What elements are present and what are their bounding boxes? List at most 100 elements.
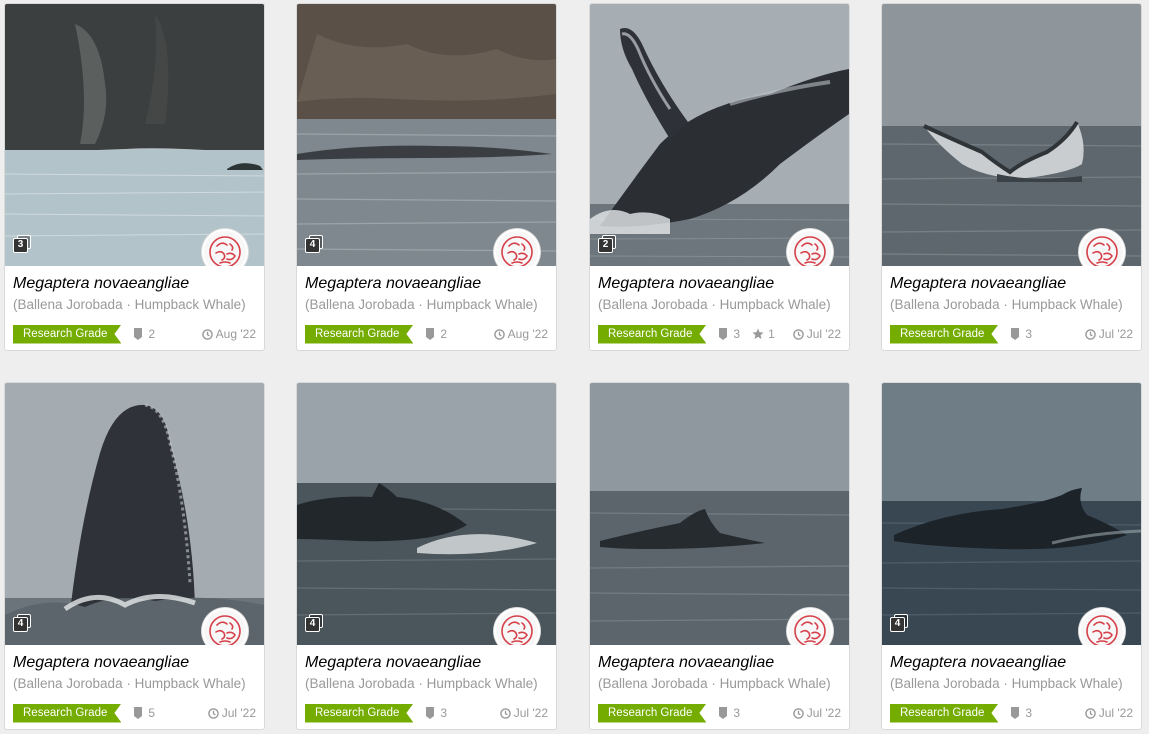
photo-count: 4 xyxy=(305,238,320,253)
identification-icon xyxy=(1011,707,1020,719)
observation-meta: Research Grade 3 Jul '22 xyxy=(890,703,1133,723)
scientific-name-link[interactable]: Megaptera novaeangliae xyxy=(13,653,256,673)
observed-date-value: Jul '22 xyxy=(221,706,256,720)
user-avatar[interactable] xyxy=(202,608,248,645)
photo-count: 4 xyxy=(305,617,320,632)
observation-grid: 3 Megaptera novaeangliae (Ballena Joroba… xyxy=(0,0,1149,734)
common-name: (Ballena Jorobada · Humpback Whale) xyxy=(305,676,538,691)
observation-meta: Research Grade 5 Jul '22 xyxy=(13,703,256,723)
observation-photo[interactable] xyxy=(590,383,849,645)
observed-date: Jul '22 xyxy=(1084,327,1133,341)
observation-card[interactable]: 4 Megaptera novaeangliae (Ballena Joroba… xyxy=(296,3,557,351)
identifications-count: 3 xyxy=(1010,327,1032,341)
observation-details: Megaptera novaeangliae (Ballena Jorobada… xyxy=(5,266,264,350)
user-avatar-icon xyxy=(501,615,533,645)
user-avatar-icon xyxy=(1086,615,1118,645)
identifications-value: 3 xyxy=(733,706,741,720)
clock-icon xyxy=(493,328,505,340)
faves-count: 1 xyxy=(752,327,775,341)
user-avatar[interactable] xyxy=(787,608,833,645)
common-name: (Ballena Jorobada · Humpback Whale) xyxy=(598,297,831,312)
clock-icon xyxy=(1084,707,1096,719)
identification-icon xyxy=(134,707,143,719)
observation-card[interactable]: 2 Megaptera novaeangliae (Ballena Joroba… xyxy=(589,3,850,351)
identifications-value: 3 xyxy=(440,706,448,720)
observed-date: Jul '22 xyxy=(1084,706,1133,720)
scientific-name-link[interactable]: Megaptera novaeangliae xyxy=(598,274,841,294)
observed-date-value: Aug '22 xyxy=(215,327,256,341)
user-avatar[interactable] xyxy=(1079,229,1125,266)
common-name: (Ballena Jorobada · Humpback Whale) xyxy=(890,297,1123,312)
observation-photo[interactable]: 4 xyxy=(5,383,264,645)
quality-grade-badge: Research Grade xyxy=(13,325,121,344)
clock-icon xyxy=(201,328,213,340)
observation-meta: Research Grade 2 Aug '22 xyxy=(305,324,548,344)
clock-icon xyxy=(1084,328,1096,340)
quality-grade-badge: Research Grade xyxy=(13,704,121,723)
scientific-name-link[interactable]: Megaptera novaeangliae xyxy=(890,653,1133,673)
observation-meta: Research Grade 3 1 Jul '22 xyxy=(598,324,841,344)
observation-photo[interactable]: 4 xyxy=(297,4,556,266)
observation-card[interactable]: 4 Megaptera novaeangliae (Ballena Joroba… xyxy=(4,382,265,730)
photos-stack-icon: 4 xyxy=(305,614,323,635)
observed-date: Jul '22 xyxy=(792,706,841,720)
observation-meta: Research Grade 3 Jul '22 xyxy=(598,703,841,723)
user-avatar[interactable] xyxy=(787,229,833,266)
identification-icon xyxy=(719,328,728,340)
photo-count: 2 xyxy=(598,238,613,253)
photos-stack-icon: 3 xyxy=(13,235,31,256)
observation-meta: Research Grade 3 Jul '22 xyxy=(890,324,1133,344)
quality-grade-badge: Research Grade xyxy=(305,325,413,344)
user-avatar[interactable] xyxy=(494,229,540,266)
scientific-name-link[interactable]: Megaptera novaeangliae xyxy=(598,653,841,673)
identifications-value: 2 xyxy=(148,327,156,341)
observation-details: Megaptera novaeangliae (Ballena Jorobada… xyxy=(882,645,1141,729)
observation-photo[interactable] xyxy=(882,4,1141,266)
observation-card[interactable]: Megaptera novaeangliae (Ballena Jorobada… xyxy=(881,3,1142,351)
observation-meta: Research Grade 3 Jul '22 xyxy=(305,703,548,723)
observation-details: Megaptera novaeangliae (Ballena Jorobada… xyxy=(882,266,1141,350)
observed-date: Jul '22 xyxy=(499,706,548,720)
user-avatar[interactable] xyxy=(494,608,540,645)
whale-photo-image xyxy=(297,4,556,266)
observed-date-value: Jul '22 xyxy=(1098,706,1133,720)
observation-details: Megaptera novaeangliae (Ballena Jorobada… xyxy=(590,266,849,350)
identifications-count: 2 xyxy=(425,327,447,341)
observation-card[interactable]: 4 Megaptera novaeangliae (Ballena Joroba… xyxy=(881,382,1142,730)
scientific-name-link[interactable]: Megaptera novaeangliae xyxy=(890,274,1133,294)
common-name: (Ballena Jorobada · Humpback Whale) xyxy=(13,676,246,691)
user-avatar[interactable] xyxy=(1079,608,1125,645)
clock-icon xyxy=(499,707,511,719)
scientific-name-link[interactable]: Megaptera novaeangliae xyxy=(305,274,548,294)
observation-card[interactable]: 3 Megaptera novaeangliae (Ballena Joroba… xyxy=(4,3,265,351)
photos-stack-icon: 2 xyxy=(598,235,616,256)
observation-details: Megaptera novaeangliae (Ballena Jorobada… xyxy=(297,266,556,350)
observation-photo[interactable]: 3 xyxy=(5,4,264,266)
identifications-count: 3 xyxy=(718,706,740,720)
observation-photo[interactable]: 4 xyxy=(882,383,1141,645)
identifications-value: 3 xyxy=(733,327,741,341)
observation-card[interactable]: 4 Megaptera novaeangliae (Ballena Joroba… xyxy=(296,382,557,730)
user-avatar-icon xyxy=(209,615,241,645)
identifications-value: 3 xyxy=(1025,706,1033,720)
observation-photo[interactable]: 4 xyxy=(297,383,556,645)
photos-stack-icon: 4 xyxy=(890,614,908,635)
observed-date: Jul '22 xyxy=(792,327,841,341)
quality-grade-badge: Research Grade xyxy=(305,704,413,723)
clock-icon xyxy=(792,707,804,719)
scientific-name-link[interactable]: Megaptera novaeangliae xyxy=(305,653,548,673)
identifications-value: 3 xyxy=(1025,327,1033,341)
user-avatar-icon xyxy=(794,236,826,266)
user-avatar[interactable] xyxy=(202,229,248,266)
observation-card[interactable]: Megaptera novaeangliae (Ballena Jorobada… xyxy=(589,382,850,730)
user-avatar-icon xyxy=(1086,236,1118,266)
identifications-value: 5 xyxy=(148,706,156,720)
observation-photo[interactable]: 2 xyxy=(590,4,849,266)
whale-photo-image xyxy=(297,383,556,645)
faves-value: 1 xyxy=(768,327,775,341)
identifications-count: 3 xyxy=(1010,706,1032,720)
identifications-count: 2 xyxy=(133,327,155,341)
identifications-value: 2 xyxy=(440,327,448,341)
scientific-name-link[interactable]: Megaptera novaeangliae xyxy=(13,274,256,294)
observed-date: Jul '22 xyxy=(207,706,256,720)
